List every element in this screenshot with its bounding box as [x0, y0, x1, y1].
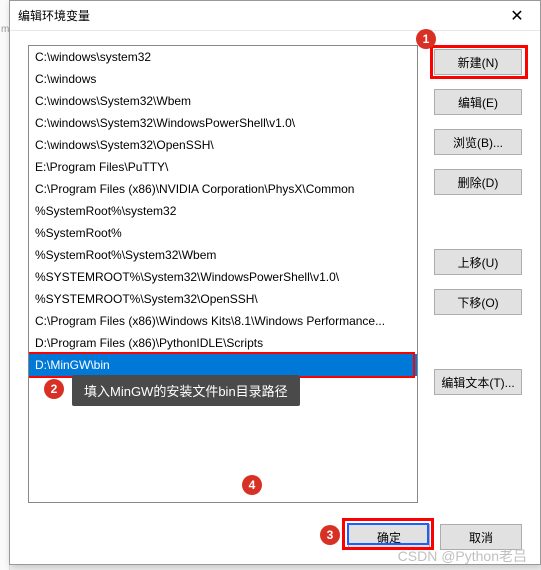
close-icon[interactable]: ✕ [502, 1, 532, 31]
side-buttons: 新建(N) 编辑(E) 浏览(B)... 删除(D) 上移(U) 下移(O) 编… [434, 45, 522, 507]
annotation-badge-2: 2 [44, 379, 64, 399]
titlebar: 编辑环境变量 ✕ [10, 1, 540, 31]
browse-button[interactable]: 浏览(B)... [434, 129, 522, 155]
annotation-badge-3: 3 [320, 525, 340, 545]
edit-text-button[interactable]: 编辑文本(T)... [434, 369, 522, 395]
list-item[interactable]: %SYSTEMROOT%\System32\WindowsPowerShell\… [29, 266, 417, 288]
list-item-selected[interactable]: D:\MinGW\bin [29, 354, 417, 376]
path-listbox[interactable]: C:\windows\system32 C:\windows C:\window… [28, 45, 418, 503]
new-button[interactable]: 新建(N) [434, 49, 522, 75]
annotation-badge-4: 4 [242, 475, 262, 495]
annotation-badge-1: 1 [416, 29, 436, 49]
list-item[interactable]: C:\windows\system32 [29, 46, 417, 68]
list-item[interactable]: C:\windows\System32\WindowsPowerShell\v1… [29, 112, 417, 134]
list-item[interactable]: %SYSTEMROOT%\System32\OpenSSH\ [29, 288, 417, 310]
list-item[interactable]: C:\windows [29, 68, 417, 90]
list-item[interactable]: C:\Program Files (x86)\NVIDIA Corporatio… [29, 178, 417, 200]
move-up-button[interactable]: 上移(U) [434, 249, 522, 275]
list-item[interactable]: %SystemRoot% [29, 222, 417, 244]
list-item[interactable]: E:\Program Files\PuTTY\ [29, 156, 417, 178]
move-down-button[interactable]: 下移(O) [434, 289, 522, 315]
edit-env-var-dialog: 编辑环境变量 ✕ C:\windows\system32 C:\windows … [9, 0, 541, 565]
list-item[interactable]: D:\Program Files (x86)\PythonIDLE\Script… [29, 332, 417, 354]
watermark: CSDN @Python老吕 [398, 546, 527, 566]
annotation-tooltip: 填入MinGW的安装文件bin目录路径 [72, 375, 300, 406]
list-item[interactable]: C:\windows\System32\Wbem [29, 90, 417, 112]
edit-button[interactable]: 编辑(E) [434, 89, 522, 115]
list-item[interactable]: C:\windows\System32\OpenSSH\ [29, 134, 417, 156]
list-item[interactable]: %SystemRoot%\System32\Wbem [29, 244, 417, 266]
dialog-title: 编辑环境变量 [18, 7, 502, 24]
list-item[interactable]: %SystemRoot%\system32 [29, 200, 417, 222]
delete-button[interactable]: 删除(D) [434, 169, 522, 195]
list-item[interactable]: C:\Program Files (x86)\Windows Kits\8.1\… [29, 310, 417, 332]
